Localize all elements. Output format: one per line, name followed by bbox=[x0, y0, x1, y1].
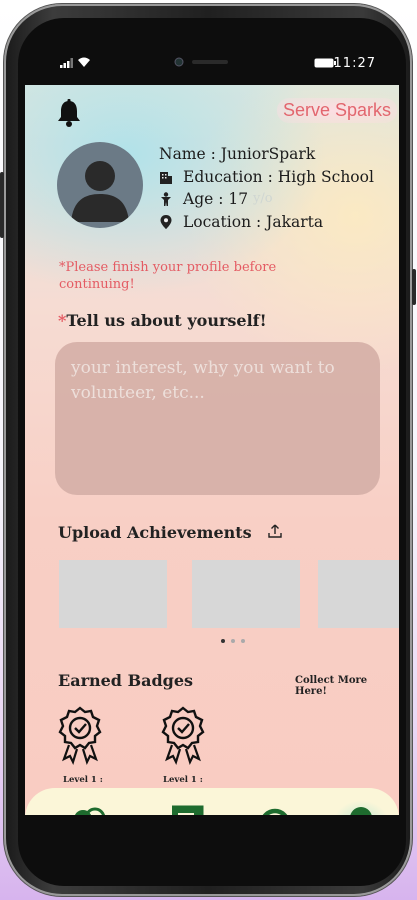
profile-location: Location : Jakarta bbox=[159, 211, 374, 234]
carousel-dot[interactable] bbox=[231, 639, 235, 643]
camera-icon bbox=[174, 57, 184, 67]
profile-age: Age : 17 y/o bbox=[159, 188, 374, 211]
search-icon bbox=[262, 808, 288, 815]
speaker-grille bbox=[192, 60, 228, 64]
badge-label: Level 1 : bbox=[63, 775, 103, 785]
carousel-dot[interactable] bbox=[241, 639, 245, 643]
community-icon bbox=[74, 807, 106, 815]
badge-label: Level 1 : bbox=[163, 775, 203, 785]
bottom-nav bbox=[25, 788, 399, 815]
education-text: Education : High School bbox=[183, 167, 374, 186]
upload-achievements-title: Upload Achievements bbox=[58, 523, 252, 542]
profile-name: Name : JuniorSpark bbox=[159, 145, 316, 163]
wifi-icon bbox=[78, 57, 90, 67]
bell-icon[interactable] bbox=[56, 99, 82, 127]
phone-screen: 11:27 Serve Sparks Name : JuniorSpark Ed… bbox=[18, 18, 406, 886]
location-pin-icon bbox=[160, 214, 172, 229]
carousel-dots[interactable] bbox=[221, 639, 245, 643]
achievement-slot[interactable] bbox=[318, 560, 399, 628]
book-icon bbox=[172, 805, 204, 815]
location-text: Location : Jakarta bbox=[183, 212, 324, 231]
award-badge-icon bbox=[161, 706, 205, 765]
age-text: Age : 17 bbox=[183, 190, 249, 208]
age-unit: y/o bbox=[253, 191, 273, 206]
status-bar: 11:27 bbox=[18, 18, 406, 85]
child-icon bbox=[161, 192, 171, 207]
profile-info: Name : JuniorSpark Education : High Scho… bbox=[159, 143, 374, 233]
camera-notch bbox=[174, 57, 230, 67]
upload-icon[interactable] bbox=[267, 523, 283, 539]
collect-more-link[interactable]: Collect More Here! bbox=[295, 675, 399, 697]
nav-search[interactable] bbox=[249, 800, 309, 815]
award-badge-icon bbox=[58, 706, 102, 765]
avatar-person-icon bbox=[71, 161, 129, 222]
volume-button bbox=[0, 172, 4, 238]
profile-education: Education : High School bbox=[159, 166, 374, 189]
signal-icon bbox=[60, 58, 73, 68]
earned-badges-title: Earned Badges bbox=[58, 671, 194, 690]
app-brand-logo: Serve Sparks bbox=[276, 98, 397, 123]
nav-book[interactable] bbox=[157, 800, 217, 815]
profile-icon bbox=[350, 807, 372, 815]
badge-item[interactable] bbox=[158, 705, 208, 769]
achievement-slot[interactable] bbox=[192, 560, 300, 628]
profile-screen: Serve Sparks Name : JuniorSpark Educatio… bbox=[25, 85, 399, 815]
about-title: Tell us about yourself! bbox=[66, 311, 267, 330]
profile-warning: *Please finish your profile before conti… bbox=[59, 260, 277, 292]
nav-profile[interactable] bbox=[331, 800, 391, 815]
badge-item[interactable] bbox=[55, 705, 105, 769]
building-icon bbox=[160, 171, 172, 184]
nav-community[interactable] bbox=[59, 800, 119, 815]
about-textarea[interactable] bbox=[55, 342, 380, 495]
status-time: 11:27 bbox=[333, 56, 376, 71]
avatar[interactable] bbox=[57, 142, 143, 228]
carousel-dot[interactable] bbox=[221, 639, 225, 643]
about-heading: *Tell us about yourself! bbox=[58, 311, 267, 330]
phone-frame: 11:27 Serve Sparks Name : JuniorSpark Ed… bbox=[0, 4, 416, 896]
achievement-slot[interactable] bbox=[59, 560, 167, 628]
power-button bbox=[412, 269, 416, 305]
